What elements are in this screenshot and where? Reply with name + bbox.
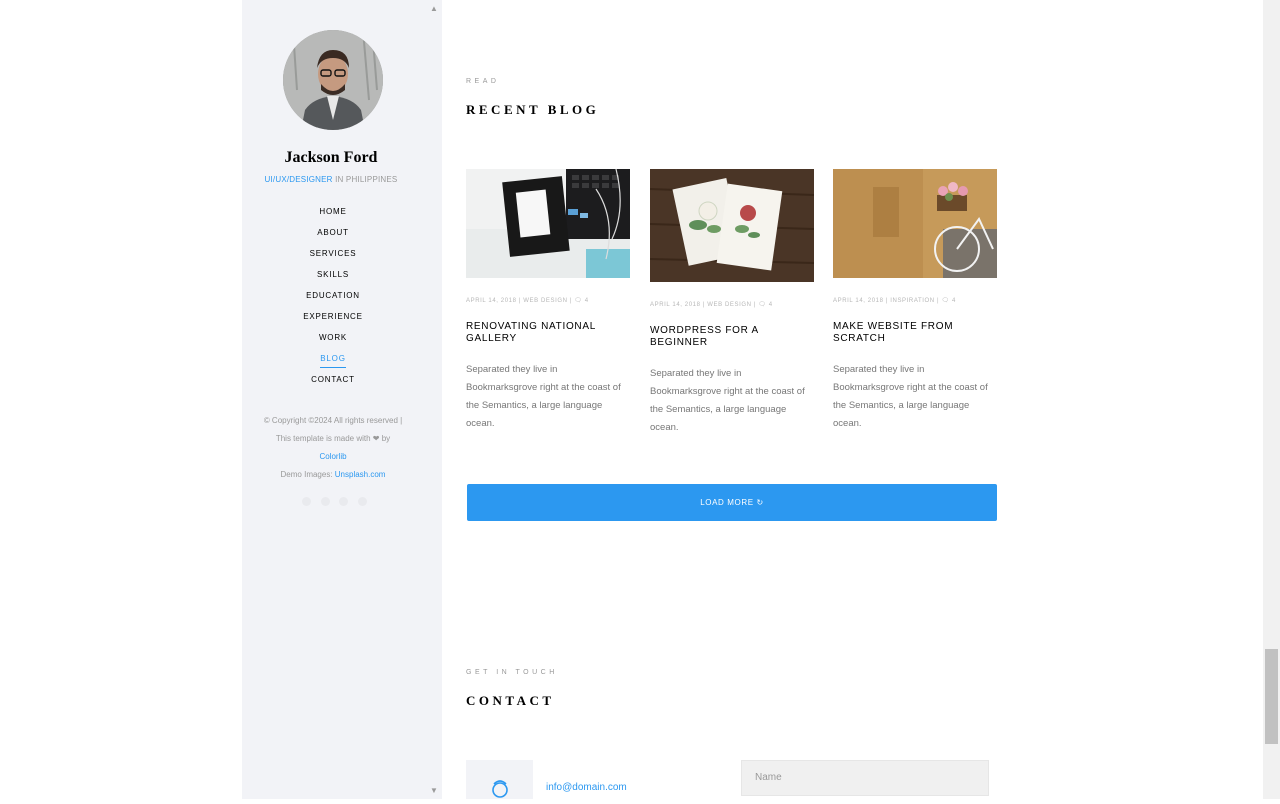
dribbble-icon[interactable] xyxy=(357,497,367,506)
post-title[interactable]: RENOVATING NATIONAL GALLERY xyxy=(466,321,630,345)
load-more-label: LOAD MORE xyxy=(700,498,754,507)
nav-item-contact[interactable]: CONTACT xyxy=(242,374,424,395)
avatar xyxy=(283,30,383,130)
post-title[interactable]: MAKE WEBSITE FROM SCRATCH xyxy=(833,321,997,345)
blog-section-title: RECENT BLOG xyxy=(466,102,600,117)
post-excerpt: Separated they live in Bookmarksgrove ri… xyxy=(650,368,805,433)
contact-eyebrow: GET IN TOUCH xyxy=(466,669,558,676)
post-meta: APRIL 14, 2018 | WEB DESIGN | 🗨 4 xyxy=(466,298,589,304)
sidebar-nav: HOME ABOUT SERVICES SKILLS EDUCATION EXP… xyxy=(242,206,424,395)
blog-card[interactable]: APRIL 14, 2018 | INSPIRATION | 🗨 4 MAKE … xyxy=(833,169,997,439)
sidebar-scrollbar[interactable]: ▲ ▼ xyxy=(426,0,442,799)
comment-count: 4 xyxy=(768,302,773,308)
blog-image-bicycle[interactable] xyxy=(833,169,997,278)
colorlib-link[interactable]: Colorlib xyxy=(319,452,346,461)
nav-item-skills[interactable]: SKILLS xyxy=(242,269,424,290)
refresh-icon: ↻ xyxy=(756,498,764,507)
post-date: APRIL 14, 2018 xyxy=(833,298,884,304)
contact-section-title: CONTACT xyxy=(466,693,555,708)
contact-icon-box xyxy=(466,760,533,799)
nav-item-about[interactable]: ABOUT xyxy=(242,227,424,248)
nav-item-education[interactable]: EDUCATION xyxy=(242,290,424,311)
made-with-text: This template is made with ❤ by xyxy=(275,434,391,443)
blog-image-workspace[interactable] xyxy=(466,169,630,278)
post-category[interactable]: WEB DESIGN xyxy=(523,298,567,304)
post-meta: APRIL 14, 2018 | WEB DESIGN | 🗨 4 xyxy=(650,302,773,308)
unsplash-link[interactable]: Unsplash.com xyxy=(335,470,386,479)
demo-images-label: Demo Images: xyxy=(280,470,335,479)
post-excerpt: Separated they live in Bookmarksgrove ri… xyxy=(466,364,621,429)
blog-eyebrow: READ xyxy=(466,78,500,85)
page-scrollbar-thumb[interactable] xyxy=(1265,649,1278,744)
nav-item-work[interactable]: WORK xyxy=(242,332,424,353)
post-date: APRIL 14, 2018 xyxy=(466,298,517,304)
blog-image-botanical[interactable] xyxy=(650,169,814,282)
blog-card[interactable]: APRIL 14, 2018 | WEB DESIGN | 🗨 4 RENOVA… xyxy=(466,169,630,439)
scroll-up-arrow-icon[interactable]: ▲ xyxy=(430,5,438,13)
post-title[interactable]: WORDPRESS FOR A BEGINNER xyxy=(650,325,814,349)
name-input[interactable]: Name xyxy=(741,760,989,796)
copyright-text: © Copyright ©2024 All rights reserved | xyxy=(263,416,403,425)
social-links xyxy=(302,497,367,507)
comment-count: 4 xyxy=(951,298,956,304)
comment-icon: 🗨 xyxy=(758,302,767,308)
globe-icon xyxy=(492,780,508,798)
sidebar: Jackson Ford UI/UX/DESIGNER IN PHILIPPIN… xyxy=(242,0,442,799)
post-category[interactable]: WEB DESIGN xyxy=(707,302,751,308)
page-scrollbar[interactable] xyxy=(1263,0,1280,799)
scroll-down-arrow-icon[interactable]: ▼ xyxy=(430,787,438,795)
nav-item-services[interactable]: SERVICES xyxy=(242,248,424,269)
profile-role: UI/UX/DESIGNER IN PHILIPPINES xyxy=(242,175,420,184)
comment-icon: 🗨 xyxy=(574,298,583,304)
sidebar-footer: © Copyright ©2024 All rights reserved | … xyxy=(242,412,424,484)
role-location: IN PHILIPPINES xyxy=(332,175,398,184)
nav-item-experience[interactable]: EXPERIENCE xyxy=(242,311,424,332)
post-meta: APRIL 14, 2018 | INSPIRATION | 🗨 4 xyxy=(833,298,956,304)
linkedin-icon[interactable] xyxy=(339,497,349,506)
comment-count: 4 xyxy=(584,298,589,304)
nav-item-home[interactable]: HOME xyxy=(242,206,424,227)
profile-name: Jackson Ford xyxy=(284,149,378,166)
contact-email-link[interactable]: info@domain.com xyxy=(546,782,627,793)
post-excerpt: Separated they live in Bookmarksgrove ri… xyxy=(833,364,988,429)
blog-card[interactable]: APRIL 14, 2018 | WEB DESIGN | 🗨 4 WORDPR… xyxy=(650,169,814,439)
twitter-icon[interactable] xyxy=(302,497,311,506)
post-date: APRIL 14, 2018 xyxy=(650,302,701,308)
role-title: UI/UX/DESIGNER xyxy=(264,175,333,184)
comment-icon: 🗨 xyxy=(941,298,950,304)
nav-item-blog[interactable]: BLOG xyxy=(242,353,424,374)
load-more-button[interactable]: LOAD MORE ↻ xyxy=(467,484,997,521)
facebook-icon[interactable] xyxy=(320,497,330,506)
post-category[interactable]: INSPIRATION xyxy=(890,298,935,304)
